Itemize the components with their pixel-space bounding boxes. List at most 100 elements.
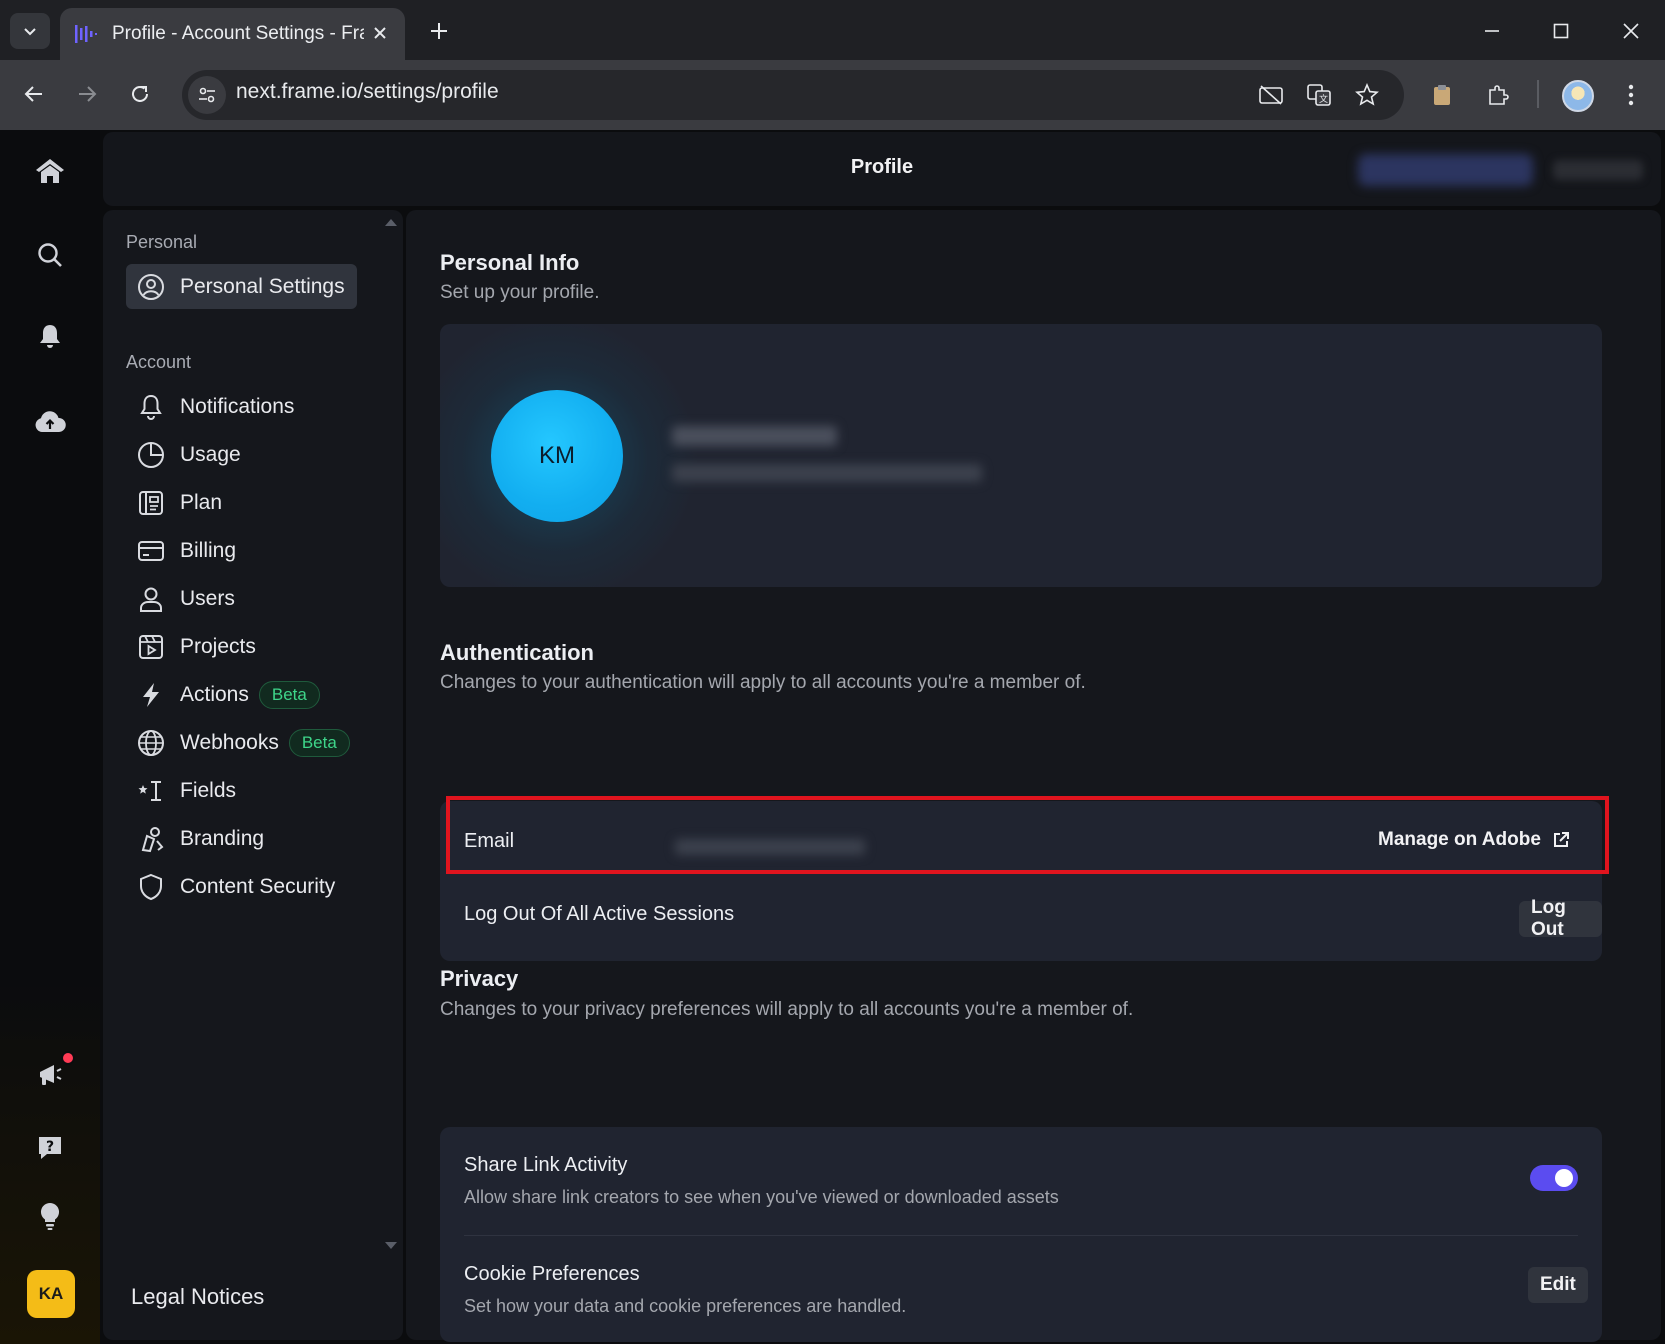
share-link-activity-title: Share Link Activity	[464, 1154, 628, 1176]
toggle-knob	[1555, 1169, 1573, 1187]
sidebar-item-users[interactable]: Users	[126, 576, 247, 621]
sidebar-item-fields[interactable]: Fields	[126, 768, 248, 813]
sidebar-item-projects[interactable]: Projects	[126, 624, 268, 669]
forward-button[interactable]	[69, 76, 105, 112]
blurred-user-name	[672, 426, 837, 446]
lightbulb-icon[interactable]	[28, 1194, 72, 1238]
reload-button[interactable]	[122, 76, 158, 112]
svg-text:文: 文	[1319, 93, 1328, 105]
sidebar-item-personal-settings[interactable]: Personal Settings	[126, 264, 357, 309]
extensions-puzzle-icon[interactable]	[1479, 76, 1517, 114]
help-question-icon[interactable]: ?	[28, 1125, 72, 1169]
sidebar-item-label: Plan	[180, 490, 223, 514]
legal-notices-link[interactable]: Legal Notices	[131, 1284, 264, 1310]
profile-card: KM	[440, 324, 1602, 587]
sidebar-item-label: Users	[180, 586, 235, 610]
user-avatar[interactable]: KA	[27, 1270, 75, 1318]
pie-chart-icon	[136, 440, 166, 470]
lightning-icon	[136, 680, 166, 710]
clipboard-extension-icon[interactable]	[1423, 76, 1461, 114]
blurred-user-details	[672, 464, 982, 482]
reload-icon	[132, 85, 148, 102]
branding-icon	[136, 824, 166, 854]
sidebar-item-actions[interactable]: Actions Beta	[126, 672, 332, 717]
tune-icon	[199, 87, 215, 103]
toolbar-separator	[1537, 80, 1539, 108]
divider	[464, 1235, 1578, 1236]
shield-icon	[136, 872, 166, 902]
sidebar-item-label: Fields	[180, 778, 237, 802]
logout-sessions-label: Log Out Of All Active Sessions	[464, 903, 735, 925]
tab-close-icon[interactable]	[369, 22, 391, 44]
sidebar-item-content-security[interactable]: Content Security	[126, 864, 347, 909]
cookie-preferences-title: Cookie Preferences	[464, 1263, 640, 1285]
section-title-authentication: Authentication	[440, 640, 594, 665]
privacy-card: Share Link Activity Allow share link cre…	[440, 1127, 1602, 1342]
share-link-activity-toggle[interactable]	[1530, 1165, 1578, 1191]
section-subtitle-personal-info: Set up your profile.	[440, 282, 600, 303]
blurred-header-button[interactable]	[1358, 154, 1533, 186]
sidebar-item-usage[interactable]: Usage	[126, 432, 253, 477]
back-button[interactable]	[16, 76, 52, 112]
minimize-button[interactable]	[1475, 14, 1509, 48]
url-text[interactable]: next.frame.io/settings/profile	[236, 80, 499, 104]
sidebar-item-label: Content Security	[180, 874, 336, 898]
sidebar-item-plan[interactable]: Plan	[126, 480, 234, 525]
camera-blocked-icon[interactable]	[1254, 78, 1288, 112]
close-window-button[interactable]	[1614, 14, 1648, 48]
nav-section-account: Account	[126, 352, 192, 372]
chevron-down-icon	[24, 28, 36, 36]
fields-icon	[136, 776, 166, 806]
section-title-personal-info: Personal Info	[440, 250, 580, 275]
site-info-button[interactable]	[188, 76, 226, 114]
maximize-button[interactable]	[1544, 14, 1578, 48]
browser-tab[interactable]: Profile - Account Settings - Frame.io	[60, 8, 405, 60]
sidebar-item-label: Notifications	[180, 394, 295, 418]
frameio-app: ? KA Profile Personal Personal Settings …	[0, 130, 1665, 1344]
frameio-favicon-icon	[74, 22, 98, 46]
plus-icon	[431, 23, 447, 39]
browser-menu-icon[interactable]	[1612, 76, 1650, 114]
main-content: Personal Info Set up your profile. KM Au…	[406, 210, 1661, 1342]
bookmark-star-icon[interactable]	[1350, 78, 1384, 112]
sidebar-item-branding[interactable]: Branding	[126, 816, 276, 861]
maximize-icon	[1553, 23, 1569, 39]
sidebar-item-billing[interactable]: Billing	[126, 528, 248, 573]
sidebar-item-label: Usage	[180, 442, 241, 466]
svg-text:?: ?	[46, 1139, 54, 1155]
cookie-preferences-description: Set how your data and cookie preferences…	[464, 1296, 907, 1316]
browser-profile-avatar[interactable]	[1562, 80, 1594, 112]
new-tab-button[interactable]	[424, 16, 454, 46]
nav-section-personal: Personal	[126, 232, 198, 252]
minimize-icon	[1485, 30, 1499, 32]
arrow-right-icon	[79, 86, 97, 102]
translate-icon[interactable]: 文	[1302, 78, 1336, 112]
sidebar-item-notifications[interactable]: Notifications	[126, 384, 306, 429]
scroll-up-arrow-icon[interactable]	[383, 216, 399, 228]
arrow-left-icon	[24, 86, 42, 102]
section-subtitle-privacy: Changes to your privacy preferences will…	[440, 999, 1134, 1020]
authentication-card: Email Manage on Adobe Log Out Of All Act…	[440, 796, 1609, 961]
profile-avatar[interactable]: KM	[491, 390, 623, 522]
user-icon	[136, 584, 166, 614]
log-out-button[interactable]: Log Out	[1519, 897, 1602, 940]
sidebar-item-webhooks[interactable]: Webhooks Beta	[126, 720, 362, 765]
cloud-upload-icon[interactable]	[28, 400, 72, 444]
sidebar-item-label: Actions	[180, 682, 249, 706]
email-row-highlight	[446, 796, 1609, 874]
globe-icon	[136, 728, 166, 758]
credit-card-icon	[136, 536, 166, 566]
search-icon[interactable]	[28, 233, 72, 277]
browser-titlebar: Profile - Account Settings - Frame.io	[0, 0, 1665, 60]
section-subtitle-authentication: Changes to your authentication will appl…	[440, 672, 1086, 693]
scroll-down-arrow-icon[interactable]	[383, 1240, 399, 1252]
tab-list-button[interactable]	[10, 13, 50, 49]
app-header: Profile	[103, 132, 1661, 206]
tab-title: Profile - Account Settings - Frame.io	[112, 23, 364, 44]
sidebar-item-label: Billing	[180, 538, 237, 562]
projects-icon	[136, 632, 166, 662]
unread-indicator-dot	[61, 1051, 75, 1065]
edit-cookie-preferences-button[interactable]: Edit	[1528, 1267, 1588, 1303]
notifications-bell-icon[interactable]	[28, 315, 72, 359]
home-icon[interactable]	[28, 149, 72, 193]
